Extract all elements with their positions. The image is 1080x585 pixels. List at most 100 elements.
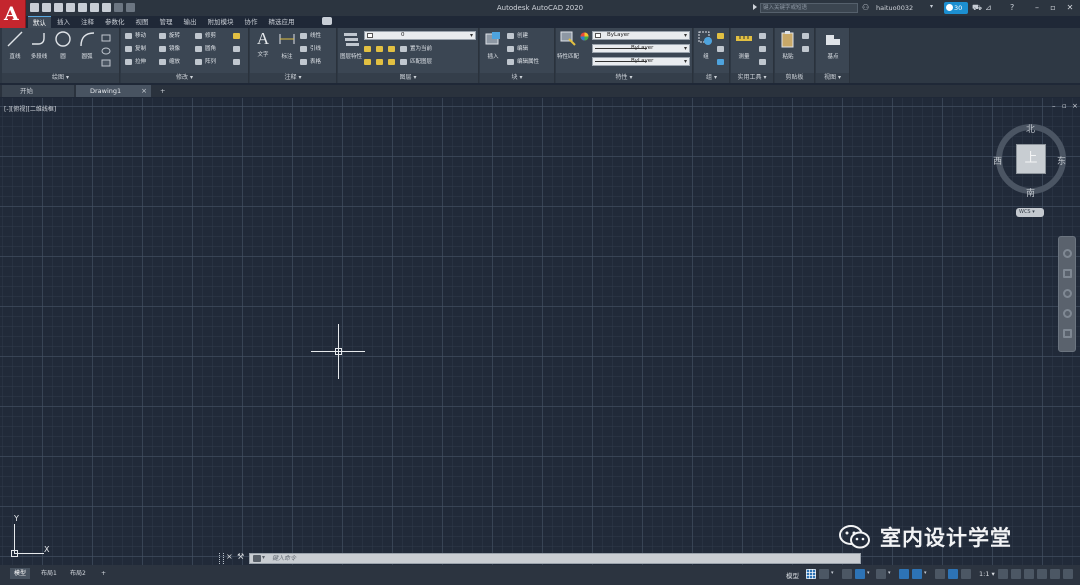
base-point-button[interactable]: 基点 — [822, 30, 844, 60]
tab-view[interactable]: 视图 — [131, 16, 154, 28]
block-panel-title[interactable]: 块 ▾ — [480, 73, 554, 83]
explode-icon[interactable] — [233, 44, 243, 54]
units-icon[interactable] — [1024, 569, 1034, 579]
maximize-button[interactable]: ▫ — [1046, 2, 1060, 14]
command-prompt-icon[interactable] — [253, 555, 261, 562]
edit-attributes-button[interactable]: 编辑属性 — [507, 57, 539, 67]
layer-dropdown[interactable]: 0 — [364, 31, 476, 40]
modify-panel-title[interactable]: 修改 ▾ — [121, 73, 248, 83]
color-dropdown[interactable]: ByLayer — [592, 31, 690, 40]
layer-tool-icon[interactable] — [364, 44, 374, 54]
offset-icon[interactable] — [233, 57, 243, 67]
tab-output[interactable]: 输出 — [179, 16, 202, 28]
search-expand-icon[interactable] — [753, 4, 757, 10]
lineweight-dropdown[interactable]: ByLayer — [592, 57, 690, 66]
drawing-canvas[interactable] — [0, 98, 1080, 565]
tab-annotate[interactable]: 注释 — [76, 16, 99, 28]
calculator-icon[interactable] — [759, 57, 769, 67]
help-icon[interactable]: ? — [1010, 3, 1014, 12]
hardware-acceleration-icon[interactable] — [1050, 569, 1060, 579]
draw-more-icons[interactable] — [101, 33, 117, 69]
edit-block-button[interactable]: 编辑 — [507, 44, 528, 54]
clipboard-panel-title[interactable]: 剪贴板 — [775, 73, 814, 83]
array-button[interactable]: 阵列 — [195, 57, 216, 67]
tab-parametric[interactable]: 参数化 — [100, 16, 130, 28]
viewport-controls-label[interactable]: [-][俯视][二维线框] — [4, 104, 56, 113]
grid-icon[interactable] — [806, 569, 816, 579]
compass-west[interactable]: 西 — [993, 154, 1002, 167]
measure-button[interactable]: 测量 — [733, 30, 755, 60]
layer-tool-icon[interactable] — [376, 44, 386, 54]
steering-wheel-icon[interactable] — [1063, 249, 1072, 258]
close-tab-icon[interactable]: × — [141, 85, 147, 97]
autodesk-app-store-icon[interactable]: ⊿ — [985, 3, 992, 12]
drawing1-tab[interactable]: Drawing1 × — [76, 85, 151, 97]
dimension-button[interactable]: 标注 — [276, 30, 298, 60]
command-close-icon[interactable]: × — [226, 552, 233, 561]
layout-tab-model[interactable]: 模型 — [10, 568, 30, 579]
command-input[interactable]: ▾ 键入命令 — [249, 553, 861, 564]
chevron-down-icon[interactable]: ▾ — [867, 570, 870, 576]
lineweight-icon[interactable] — [935, 569, 945, 579]
compass-north[interactable]: 北 — [1026, 122, 1035, 135]
cart-icon[interactable]: ⛟ — [972, 3, 982, 13]
trim-button[interactable]: 修剪 — [195, 31, 216, 41]
rotate-button[interactable]: 旋转 — [159, 31, 180, 41]
isodraft-icon[interactable] — [876, 569, 886, 579]
polar-tracking-icon[interactable] — [855, 569, 865, 579]
layer-tool-icon[interactable] — [388, 57, 398, 67]
move-button[interactable]: 移动 — [125, 31, 146, 41]
tab-collaborate[interactable]: 协作 — [240, 16, 263, 28]
close-button[interactable]: ✕ — [1063, 2, 1077, 14]
pan-icon[interactable] — [1063, 269, 1072, 278]
compass-east[interactable]: 东 — [1057, 154, 1066, 167]
object-snap-tracking-icon[interactable] — [899, 569, 909, 579]
match-layer-button[interactable]: 匹配图层 — [400, 57, 432, 67]
annotation-panel-title[interactable]: 注释 ▾ — [250, 73, 336, 83]
linetype-dropdown[interactable]: ByLayer — [592, 44, 690, 53]
groups-panel-title[interactable]: 组 ▾ — [694, 73, 729, 83]
layer-tool-icon[interactable] — [376, 57, 386, 67]
scale-button[interactable]: 缩放 — [159, 57, 180, 67]
quick-select-icon[interactable] — [759, 31, 769, 41]
application-menu-button[interactable]: A — [0, 0, 26, 30]
draw-panel-title[interactable]: 绘图 ▾ — [2, 73, 119, 83]
annotation-monitor-icon[interactable] — [1011, 569, 1021, 579]
ungroup-icon[interactable] — [717, 31, 727, 41]
user-name[interactable]: haituo0032 — [876, 4, 913, 12]
wcs-menu-button[interactable]: WCS ▾ — [1016, 208, 1044, 217]
snap-icon[interactable] — [819, 569, 829, 579]
layer-properties-button[interactable]: 图层特性 — [340, 30, 362, 60]
copy-button[interactable]: 复制 — [125, 44, 146, 54]
customize-menu-icon[interactable] — [1063, 569, 1073, 579]
layers-panel-title[interactable]: 图层 ▾ — [338, 73, 478, 83]
insert-button[interactable]: 插入 — [482, 30, 504, 60]
layer-tool-icon[interactable] — [364, 57, 374, 67]
viewcube-top-face[interactable]: 上 — [1016, 144, 1046, 174]
chevron-down-icon[interactable]: ▾ — [924, 570, 927, 576]
ribbon-toggle-icon[interactable] — [322, 17, 332, 25]
layout-tab-layout2[interactable]: 布局2 — [66, 568, 90, 579]
paste-button[interactable]: 粘贴 — [777, 30, 799, 60]
mirror-button[interactable]: 镜像 — [159, 44, 180, 54]
search-input[interactable]: 键入关键字或短语 — [760, 3, 858, 13]
properties-panel-title[interactable]: 特性 ▾ — [556, 73, 692, 83]
fillet-button[interactable]: 圆角 — [195, 44, 216, 54]
isolate-objects-icon[interactable] — [1037, 569, 1047, 579]
annotation-scale-icon[interactable] — [961, 569, 971, 579]
cut-icon[interactable] — [802, 31, 812, 41]
group-edit-icon[interactable] — [717, 44, 727, 54]
erase-icon[interactable] — [233, 31, 243, 41]
viewport-minimize-icon[interactable]: – — [1052, 103, 1058, 109]
layer-tool-icon[interactable] — [388, 44, 398, 54]
select-all-icon[interactable] — [759, 44, 769, 54]
model-space-toggle[interactable]: 模型 — [786, 570, 799, 580]
polyline-button[interactable]: 多段线 — [28, 30, 50, 60]
create-block-button[interactable]: 创建 — [507, 31, 528, 41]
user-icon[interactable]: ⚇ — [862, 3, 869, 12]
tab-insert[interactable]: 插入 — [52, 16, 75, 28]
viewport-close-icon[interactable]: × — [1072, 103, 1078, 109]
copy-clip-icon[interactable] — [802, 44, 812, 54]
object-snap-icon[interactable] — [912, 569, 922, 579]
layout-tab-layout1[interactable]: 布局1 — [37, 568, 61, 579]
